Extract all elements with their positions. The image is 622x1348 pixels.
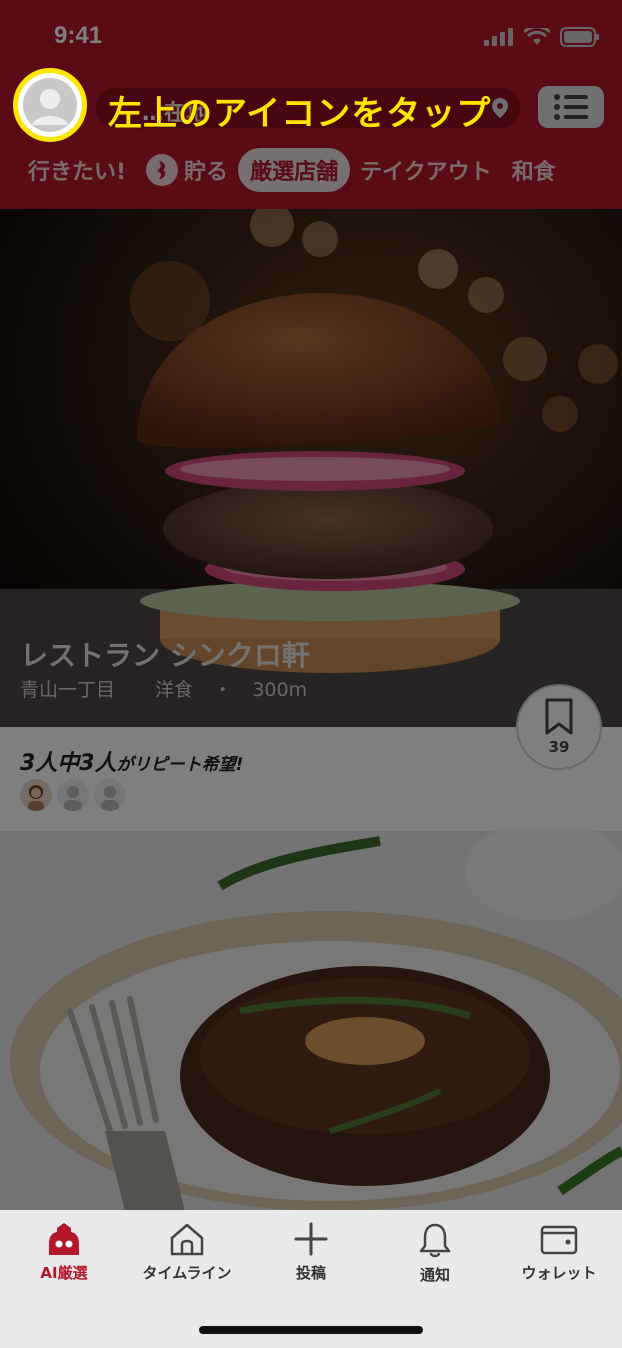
category-tab-want[interactable]: 行きたい! — [18, 148, 136, 192]
bookmark-icon — [545, 698, 573, 735]
category-tab-label: 和食 — [511, 160, 556, 185]
repeat-suffix: がリピート希望! — [116, 755, 244, 775]
repeat-count: 3人中3人 — [20, 751, 117, 776]
battery-icon — [560, 27, 599, 47]
signal-icon — [484, 28, 513, 46]
list-menu-button[interactable] — [538, 86, 604, 128]
status-bar: 9:41 — [0, 0, 622, 70]
wifi-icon — [524, 28, 550, 45]
bookmark-count: 39 — [548, 738, 570, 756]
category-tab-selected[interactable]: 厳選店舗 — [238, 148, 351, 192]
user-silhouette-icon — [23, 78, 77, 132]
category-tab-takeout[interactable]: テイクアウト — [350, 148, 502, 192]
restaurant-card-photo[interactable]: レストラン シンクロ軒 青山一丁目 洋食 ・ 300m — [0, 209, 622, 727]
piggy-bank-icon — [146, 154, 179, 186]
list-icon — [554, 94, 588, 120]
tab-notifications[interactable]: 通知 — [373, 1222, 497, 1285]
plus-icon — [294, 1222, 328, 1256]
highlighted-profile-icon[interactable] — [13, 68, 87, 142]
status-icons — [484, 27, 600, 47]
category-tabs: 行きたい! 貯る 厳選店舗 テイクアウト 和食 — [0, 148, 622, 192]
tab-post[interactable]: 投稿 — [249, 1222, 373, 1283]
tab-label: 通知 — [419, 1266, 450, 1284]
tab-wallet[interactable]: ウォレット — [497, 1222, 621, 1283]
repeat-rate: 3人中3人がリピート希望! — [20, 745, 243, 777]
home-indicator — [199, 1326, 423, 1334]
restaurant-genre: 洋食 — [155, 679, 194, 701]
tutorial-callout: 左上のアイコンをタップ — [108, 94, 492, 134]
restaurant-name: レストラン シンクロ軒 — [20, 639, 310, 672]
tab-label: AI厳選 — [40, 1264, 88, 1282]
reviewer-avatar[interactable] — [20, 779, 52, 811]
meta-separator: ・ — [213, 679, 233, 701]
restaurant-meta: 青山一丁目 洋食 ・ 300m — [20, 675, 307, 702]
wallet-icon — [540, 1225, 578, 1255]
reviewer-avatar[interactable] — [94, 779, 126, 811]
bell-icon — [419, 1223, 451, 1258]
category-tab-label: テイクアウト — [360, 160, 492, 185]
status-time: 9:41 — [54, 22, 103, 49]
category-tab-label: 行きたい! — [28, 160, 127, 185]
home-icon — [170, 1223, 204, 1256]
category-tab-save[interactable]: 貯る — [136, 148, 238, 192]
tab-timeline[interactable]: タイムライン — [125, 1222, 249, 1283]
category-tab-label: 厳選店舗 — [250, 160, 339, 185]
tab-label: ウォレット — [521, 1264, 597, 1282]
tab-label: タイムライン — [142, 1264, 232, 1282]
tab-ai-selected[interactable]: AI厳選 — [2, 1222, 126, 1283]
bookmark-button[interactable]: 39 — [516, 684, 602, 770]
restaurant-area: 青山一丁目 — [20, 679, 116, 701]
restaurant-distance: 300m — [252, 679, 308, 701]
restaurant-card-photo-2[interactable] — [0, 831, 622, 1211]
category-tab-label: 貯る — [184, 160, 229, 185]
bottom-tab-bar: AI厳選 タイムライン 投稿 通知 ウォレット — [0, 1210, 622, 1348]
steak-photo — [0, 831, 622, 1211]
category-tab-japanese[interactable]: 和食 — [502, 148, 566, 192]
tab-label: 投稿 — [295, 1264, 326, 1282]
ai-robot-icon — [49, 1223, 79, 1255]
reviewer-avatar[interactable] — [57, 779, 89, 811]
map-pin-icon — [492, 98, 508, 118]
